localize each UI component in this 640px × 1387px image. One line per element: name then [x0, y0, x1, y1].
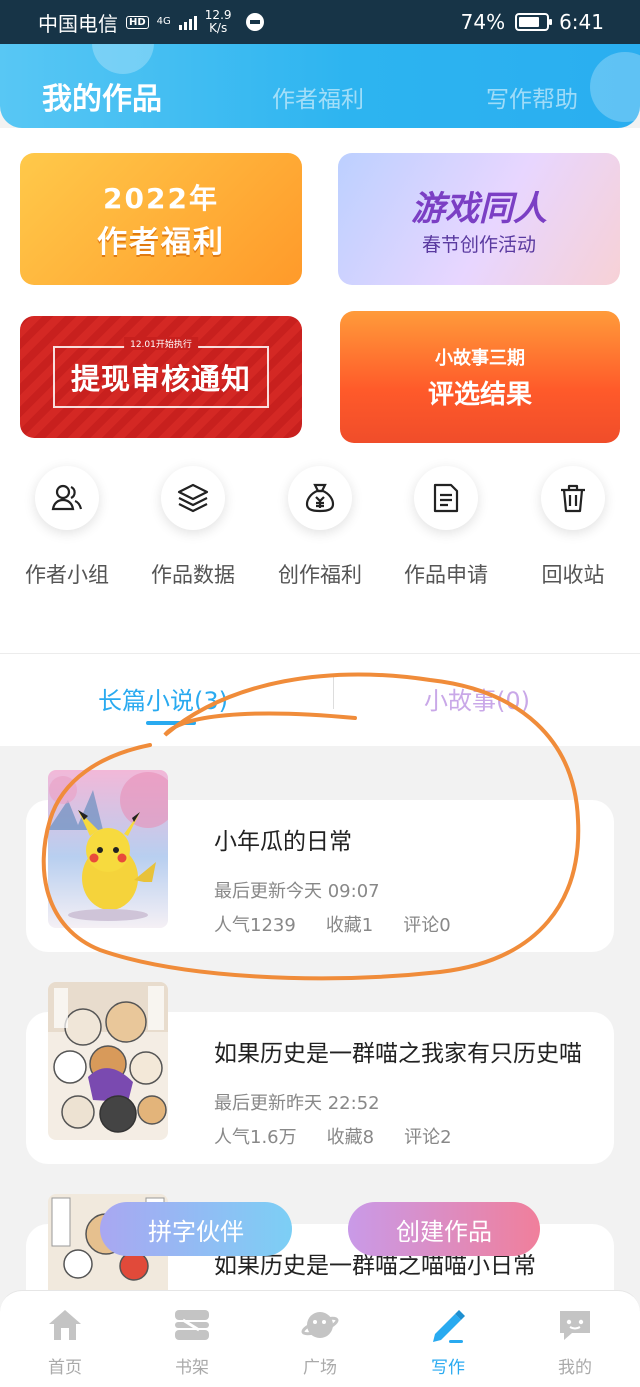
- typing-partner-button[interactable]: 拼字伙伴: [100, 1202, 292, 1256]
- main-content: 2022年 作者福利 游戏同人 春节创作活动 12.01开始执行 提现审核通知 …: [0, 128, 640, 746]
- banner-title: 作者福利: [97, 225, 225, 260]
- banner-frame: 12.01开始执行 提现审核通知: [52, 337, 269, 408]
- layers-icon: [161, 466, 225, 530]
- tab-my-works[interactable]: 我的作品: [42, 74, 162, 118]
- decor-bubble: [590, 52, 640, 122]
- work-popularity: 人气1.6万: [214, 1127, 297, 1148]
- work-card[interactable]: 小年瓜的日常 最后更新今天 09:07 人气1239 收藏1 评论0: [26, 770, 614, 952]
- network-speed: 12.9 K/s: [205, 9, 232, 35]
- battery-icon: [515, 13, 553, 31]
- tab-short-story[interactable]: 小故事(0): [424, 681, 530, 716]
- chat-bubble-icon: [535, 1305, 615, 1345]
- shortcut-author-group[interactable]: 作者小组: [12, 466, 122, 589]
- header: 我的作品 作者福利 写作帮助: [0, 44, 640, 128]
- nav-home[interactable]: 首页: [25, 1305, 105, 1378]
- nav-label: 首页: [48, 1358, 82, 1378]
- work-cover-image: [48, 982, 168, 1140]
- banner-subtitle: 春节创作活动: [421, 234, 536, 256]
- status-bar: 中国电信 HD 4G 12.9 K/s 74% 6:41: [0, 0, 640, 44]
- trash-icon: [541, 466, 605, 530]
- tab-separator: [333, 677, 334, 709]
- shortcut-label: 作者小组: [25, 563, 109, 587]
- bookshelf-icon: [152, 1305, 232, 1345]
- money-bag-icon: [288, 466, 352, 530]
- banner-story-results[interactable]: 小故事三期 评选结果: [340, 311, 620, 443]
- document-icon: [414, 466, 478, 530]
- pen-icon: [408, 1305, 488, 1345]
- clock: 6:41: [559, 10, 604, 34]
- nav-write[interactable]: 写作: [408, 1305, 488, 1378]
- battery-percent: 74%: [460, 10, 506, 34]
- nav-bookshelf[interactable]: 书架: [152, 1305, 232, 1378]
- nav-label: 写作: [431, 1358, 465, 1378]
- shortcut-label: 作品申请: [404, 563, 488, 587]
- hotspot-icon: [245, 13, 264, 31]
- work-popularity: 人气1239: [214, 915, 296, 936]
- work-favorites: 收藏8: [326, 1127, 375, 1148]
- nav-label: 广场: [303, 1358, 337, 1378]
- users-icon: [35, 466, 99, 530]
- carrier-label: 中国电信: [38, 11, 118, 36]
- banner-game-fanfic[interactable]: 游戏同人 春节创作活动: [338, 153, 620, 285]
- banner-title: 评选结果: [427, 379, 532, 410]
- work-type-tabs: 长篇小说(3) 小故事(0): [0, 673, 640, 725]
- work-comments: 评论2: [404, 1127, 452, 1148]
- work-stats: 人气1239 收藏1 评论0: [214, 911, 451, 937]
- speed-value: 12.9: [204, 8, 232, 22]
- work-stats: 人气1.6万 收藏8 评论2: [214, 1123, 452, 1149]
- tab-writing-help[interactable]: 写作帮助: [486, 80, 578, 114]
- work-card[interactable]: 如果历史是一群喵之我家有只历史喵 最后更新昨天 22:52 人气1.6万 收藏8…: [26, 982, 614, 1164]
- banner-title: 游戏同人: [411, 189, 547, 229]
- work-title: 小年瓜的日常: [214, 829, 352, 855]
- work-title: 如果历史是一群喵之我家有只历史喵: [214, 1041, 582, 1067]
- shortcut-creation-benefits[interactable]: 创作福利: [265, 466, 375, 589]
- nav-square[interactable]: 广场: [280, 1305, 360, 1378]
- banner-year: 2022年: [103, 182, 219, 215]
- nav-label: 书架: [175, 1358, 209, 1378]
- work-cover-image: [48, 770, 168, 928]
- shortcut-work-apply[interactable]: 作品申请: [391, 466, 501, 589]
- hd-icon: HD: [126, 15, 149, 29]
- nav-mine[interactable]: 我的: [535, 1305, 615, 1378]
- shortcut-recycle-bin[interactable]: 回收站: [518, 466, 628, 589]
- tab-long-novel[interactable]: 长篇小说(3): [98, 681, 228, 716]
- shortcut-label: 回收站: [541, 563, 605, 587]
- shortcut-label: 创作福利: [278, 563, 362, 587]
- work-updated: 最后更新昨天 22:52: [214, 1093, 380, 1114]
- shortcut-work-data[interactable]: 作品数据: [138, 466, 248, 589]
- work-updated: 最后更新今天 09:07: [214, 881, 380, 902]
- banner-subtitle: 小故事三期: [435, 347, 525, 369]
- signal-icon: [178, 14, 197, 30]
- bottom-nav: 首页 书架 广场 写作 我的: [0, 1290, 640, 1387]
- active-tab-underline: [146, 721, 196, 725]
- create-work-button[interactable]: 创建作品: [348, 1202, 540, 1256]
- speed-unit: K/s: [209, 21, 228, 35]
- banner-title: 提现审核通知: [70, 362, 251, 396]
- home-icon: [25, 1305, 105, 1345]
- shortcut-label: 作品数据: [151, 563, 235, 587]
- work-comments: 评论0: [403, 915, 451, 936]
- banner-small-note: 12.01开始执行: [124, 337, 198, 350]
- decor-bubble: [92, 44, 154, 74]
- network-type: 4G: [156, 16, 171, 27]
- nav-label: 我的: [558, 1358, 592, 1378]
- work-favorites: 收藏1: [325, 915, 374, 936]
- planet-icon: [280, 1305, 360, 1345]
- banner-withdraw-notice[interactable]: 12.01开始执行 提现审核通知: [20, 316, 302, 438]
- divider: [0, 653, 640, 654]
- tab-author-benefits[interactable]: 作者福利: [272, 80, 364, 114]
- banner-author-benefits[interactable]: 2022年 作者福利: [20, 153, 302, 285]
